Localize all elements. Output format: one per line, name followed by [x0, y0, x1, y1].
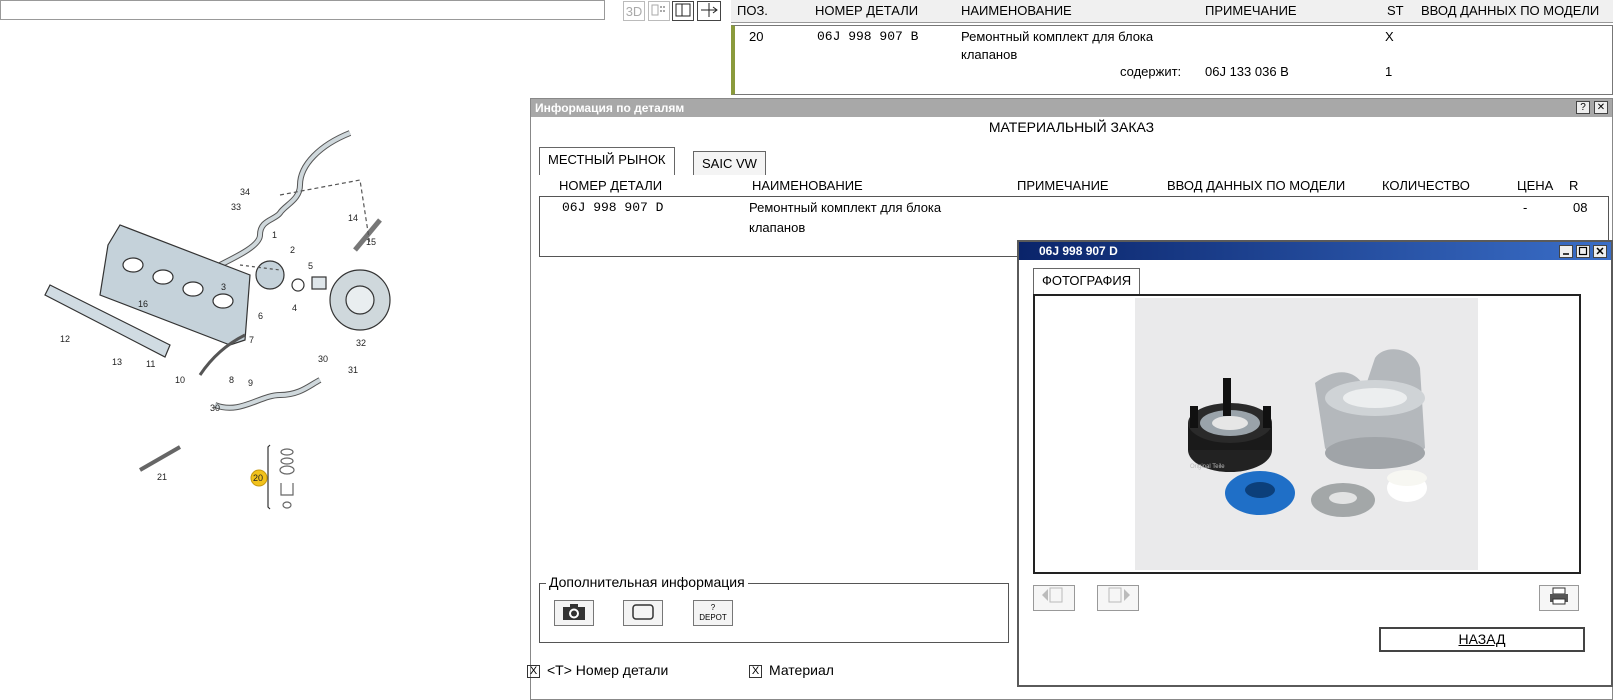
callout-5: 5	[308, 261, 313, 271]
next-photo-button[interactable]	[1097, 585, 1139, 611]
exploded-parts-diagram[interactable]: 34 33 1 2 3 5 14 15 16 12 13 11 10 8 9 6…	[0, 95, 520, 525]
previous-photo-button[interactable]	[1033, 585, 1075, 611]
arrow-right-icon	[1108, 587, 1130, 603]
col-model-input: ВВОД ДАННЫХ ПО МОДЕЛИ	[1167, 178, 1346, 193]
order-name-line1: Ремонтный комплект для блока	[749, 200, 942, 215]
frame-button[interactable]	[623, 600, 663, 626]
callout-10: 10	[175, 375, 185, 385]
col-quantity: КОЛИЧЕСТВО	[1382, 178, 1470, 193]
section-title: МАТЕРИАЛЬНЫЙ ЗАКАЗ	[988, 119, 1155, 135]
callout-31: 31	[348, 365, 358, 375]
col-st: ST	[1387, 3, 1404, 18]
callout-30b: 30	[210, 403, 220, 413]
part-number-checkbox-label: <T> Номер детали	[547, 662, 669, 678]
callout-30: 30	[318, 354, 328, 364]
row-name-line2: клапанов	[961, 47, 1018, 62]
split-icon[interactable]	[648, 1, 670, 21]
callout-16: 16	[138, 299, 148, 309]
tab-photo[interactable]: ФОТОГРАФИЯ	[1033, 268, 1141, 295]
row-pos: 20	[749, 29, 764, 44]
callout-32: 32	[356, 338, 366, 348]
col-pos: ПОЗ.	[737, 3, 768, 18]
additional-info-label: Дополнительная информация	[546, 574, 748, 590]
frame-icon	[632, 604, 654, 620]
printer-icon	[1550, 587, 1568, 605]
maximize-button[interactable]	[1576, 245, 1590, 258]
depot-label: DEPOT	[699, 613, 727, 622]
contains-label: содержит:	[1120, 64, 1182, 79]
move-icon[interactable]	[697, 1, 721, 21]
view-3d-button[interactable]: 3D	[623, 1, 645, 21]
part-photo: Original Teile	[1135, 298, 1478, 570]
col-name: НАИМЕНОВАНИЕ	[752, 178, 863, 193]
callout-34: 34	[240, 187, 250, 197]
col-note: ПРИМЕЧАНИЕ	[1017, 178, 1109, 193]
callout-2: 2	[290, 245, 295, 255]
tab-local-market[interactable]: МЕСТНЫЙ РЫНОК	[539, 147, 675, 175]
part-number-checkbox[interactable]: X	[527, 665, 540, 678]
search-input[interactable]	[0, 0, 605, 20]
material-checkbox[interactable]: X	[749, 665, 762, 678]
col-part-number: НОМЕР ДЕТАЛИ	[815, 3, 919, 18]
layout-icon[interactable]	[672, 1, 694, 21]
callout-12: 12	[60, 334, 70, 344]
photo-window[interactable]: 06J 998 907 D ФОТОГРАФИЯ Original Teile …	[1017, 240, 1613, 687]
additional-info-group: Дополнительная информация ? DEPOT	[539, 574, 1009, 643]
tab-saic-vw[interactable]: SAIC VW	[693, 151, 766, 175]
callout-6: 6	[258, 311, 263, 321]
order-table-header: НОМЕР ДЕТАЛИ НАИМЕНОВАНИЕ ПРИМЕЧАНИЕ ВВО…	[539, 176, 1609, 197]
col-model-input: ВВОД ДАННЫХ ПО МОДЕЛИ	[1421, 3, 1600, 18]
row-name-line1: Ремонтный комплект для блока	[961, 29, 1154, 44]
camera-icon	[563, 604, 585, 620]
close-button[interactable]: ✕	[1594, 101, 1608, 114]
photo-window-title: 06J 998 907 D	[1039, 244, 1118, 258]
callout-21: 21	[157, 472, 167, 482]
table-row[interactable]: 20 06J 998 907 B Ремонтный комплект для …	[731, 25, 1613, 95]
info-window-titlebar[interactable]: Информация по деталям	[531, 99, 1612, 117]
order-price: -	[1523, 200, 1528, 215]
help-button[interactable]: ?	[1576, 101, 1590, 114]
callout-13: 13	[112, 357, 122, 367]
back-button-label: НАЗАД	[1458, 631, 1506, 647]
col-r: R	[1569, 178, 1579, 193]
callout-11: 11	[146, 359, 155, 369]
callout-14: 14	[348, 213, 358, 223]
col-part-number: НОМЕР ДЕТАЛИ	[559, 178, 663, 193]
minimize-button[interactable]	[1559, 245, 1573, 258]
photo-watermark: Original Teile	[1190, 464, 1225, 470]
depot-button[interactable]: ? DEPOT	[693, 600, 733, 626]
order-r: 08	[1573, 200, 1588, 215]
close-icon[interactable]	[1593, 245, 1607, 258]
callout-33: 33	[231, 202, 241, 212]
depot-question-label: ?	[710, 603, 716, 612]
callout-1: 1	[272, 230, 277, 240]
order-name-line2: клапанов	[749, 220, 806, 235]
photo-window-titlebar[interactable]: 06J 998 907 D	[1019, 242, 1611, 260]
photo-button[interactable]	[554, 600, 594, 626]
callout-15: 15	[366, 237, 376, 247]
print-button[interactable]	[1539, 585, 1579, 611]
callout-7: 7	[249, 335, 254, 345]
row-st: X	[1385, 29, 1394, 44]
arrow-left-icon	[1042, 587, 1063, 603]
callout-20: 20	[253, 473, 263, 483]
order-part-number: 06J 998 907 D	[562, 200, 664, 215]
photo-frame: Original Teile	[1033, 294, 1581, 574]
top-table-header: ПОЗ. НОМЕР ДЕТАЛИ НАИМЕНОВАНИЕ ПРИМЕЧАНИ…	[731, 0, 1613, 23]
col-price: ЦЕНА	[1517, 178, 1554, 193]
callout-3: 3	[221, 282, 226, 292]
callout-4: 4	[292, 303, 297, 313]
contains-qty: 1	[1385, 64, 1393, 79]
col-note: ПРИМЕЧАНИЕ	[1205, 3, 1297, 18]
contains-part-number: 06J 133 036 B	[1205, 64, 1289, 79]
info-window-title: Информация по деталям	[535, 101, 685, 115]
col-name: НАИМЕНОВАНИЕ	[961, 3, 1072, 18]
callout-9: 9	[248, 378, 253, 388]
material-checkbox-label: Материал	[769, 662, 834, 678]
row-part-number: 06J 998 907 B	[817, 29, 919, 44]
callout-8: 8	[229, 375, 234, 385]
back-button[interactable]: НАЗАД	[1379, 627, 1585, 652]
